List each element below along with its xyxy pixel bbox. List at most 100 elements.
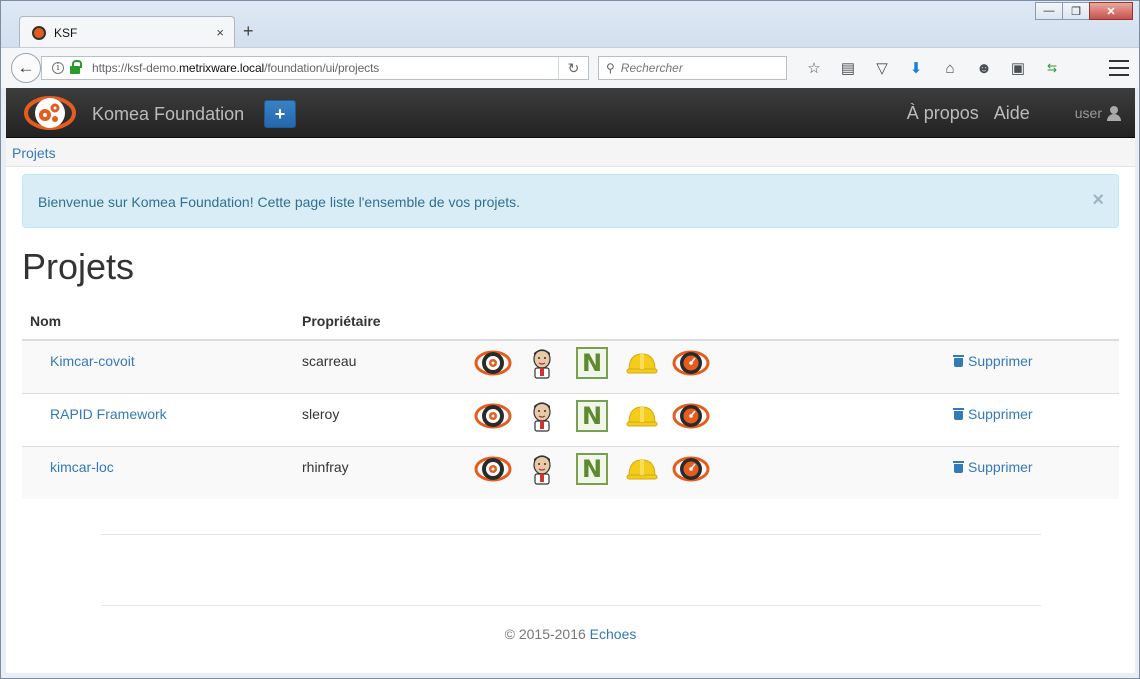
project-owner: sleroy — [294, 392, 474, 446]
title-bar: — ❐ ✕ KSF × + — [1, 1, 1139, 48]
project-actions-cell: Supprimer — [953, 445, 1119, 499]
nexus-letter: N — [581, 454, 603, 483]
footer-copyright: © 2015-2016 — [504, 626, 586, 642]
footer-divider — [101, 534, 1041, 535]
trash-icon — [953, 355, 964, 367]
project-name-link[interactable]: Kimcar-covoit — [50, 353, 135, 369]
jenkins-icon[interactable] — [528, 347, 556, 379]
header-name: Nom — [22, 302, 294, 341]
delete-label: Supprimer — [968, 458, 1033, 475]
table-row: RAPID Framework sleroy N Supprimer — [22, 392, 1119, 446]
user-menu[interactable]: user — [1075, 105, 1121, 121]
project-name-link[interactable]: RAPID Framework — [50, 406, 167, 422]
delete-project-button[interactable]: Supprimer — [953, 353, 1119, 369]
project-tools-cell: N — [474, 392, 953, 446]
toolbar-icons: ☆ ▤ ▽ ⬇ ⌂ ☻ ▣ ⇆ — [797, 56, 1069, 80]
welcome-alert: Bienvenue sur Komea Foundation! Cette pa… — [22, 174, 1119, 228]
nexus-icon[interactable]: N — [576, 452, 608, 485]
back-button[interactable]: ← — [11, 53, 41, 83]
trash-icon — [953, 407, 964, 420]
komea-dashboard-icon[interactable] — [672, 401, 710, 431]
sync-icon[interactable]: ⇆ — [1035, 56, 1069, 80]
reload-icon[interactable]: ↻ — [558, 57, 588, 79]
projects-table: Nom Propriétaire Kimcar-covoit scarreau — [22, 302, 1119, 499]
project-owner: rhinfray — [294, 445, 474, 499]
project-name-cell: kimcar-loc — [22, 445, 294, 499]
delete-project-button[interactable]: Supprimer — [953, 459, 1119, 475]
komea-icon[interactable] — [474, 348, 512, 378]
search-input[interactable]: ⚲ Rechercher — [598, 56, 787, 80]
minimize-icon[interactable]: — — [1035, 2, 1063, 20]
project-name-link[interactable]: kimcar-loc — [50, 459, 114, 475]
alert-text: Bienvenue sur Komea Foundation! Cette pa… — [38, 194, 521, 210]
jenkins-icon[interactable] — [528, 453, 556, 485]
url-text[interactable]: https://ksf-demo.metrixware.local/founda… — [92, 61, 379, 75]
delete-label: Supprimer — [968, 353, 1033, 369]
pocket-icon[interactable]: ▽ — [865, 56, 899, 80]
breadcrumb-projects[interactable]: Projets — [12, 145, 56, 161]
footer-company-link[interactable]: Echoes — [590, 626, 637, 642]
nexus-letter: N — [581, 349, 603, 377]
delete-label: Supprimer — [968, 405, 1033, 422]
footer: © 2015-2016 Echoes — [6, 626, 1135, 642]
close-icon[interactable]: ✕ — [1089, 2, 1133, 20]
breadcrumb: Projets — [6, 138, 1135, 167]
table-header-row: Nom Propriétaire — [22, 302, 1119, 341]
sonar-helmet-icon[interactable] — [626, 350, 658, 376]
screenshot-icon[interactable]: ▣ — [1001, 56, 1035, 80]
add-project-button[interactable]: + — [264, 100, 296, 128]
restore-icon[interactable]: ❐ — [1062, 2, 1090, 20]
brand-name[interactable]: Komea Foundation — [92, 104, 244, 125]
header-tools — [474, 302, 953, 341]
search-icon: ⚲ — [606, 61, 615, 75]
table-row: kimcar-loc rhinfray N Supprimer — [22, 445, 1119, 499]
nav-about[interactable]: À propos — [907, 103, 979, 124]
project-tools-cell: N — [474, 445, 953, 499]
footer-divider — [101, 605, 1041, 606]
table-row: Kimcar-covoit scarreau N Supprimer — [22, 339, 1119, 393]
sonar-helmet-icon[interactable] — [626, 403, 658, 429]
header-owner: Propriétaire — [294, 302, 474, 341]
sonar-helmet-icon[interactable] — [626, 456, 658, 482]
project-owner: scarreau — [294, 339, 474, 393]
address-bar[interactable]: i https://ksf-demo.metrixware.local/foun… — [41, 56, 589, 80]
trash-icon — [953, 460, 964, 473]
navbar: Komea Foundation + À propos Aide user — [6, 88, 1135, 138]
nav-help[interactable]: Aide — [994, 103, 1030, 124]
nexus-icon[interactable]: N — [576, 399, 608, 432]
nexus-letter: N — [581, 401, 603, 430]
alert-close-icon[interactable]: × — [1092, 189, 1104, 212]
home-icon[interactable]: ⌂ — [933, 56, 967, 80]
tab-close-icon[interactable]: × — [216, 25, 224, 40]
main-content: Bienvenue sur Komea Foundation! Cette pa… — [22, 174, 1119, 499]
header-actions — [953, 302, 1119, 341]
user-name: user — [1074, 105, 1102, 121]
komea-favicon-icon — [32, 25, 46, 40]
komea-dashboard-icon[interactable] — [672, 454, 710, 484]
komea-dashboard-icon[interactable] — [672, 348, 710, 378]
search-placeholder: Rechercher — [620, 61, 683, 75]
star-icon[interactable]: ☆ — [797, 56, 831, 80]
window-controls: — ❐ ✕ — [1035, 2, 1133, 20]
komea-logo-icon[interactable] — [24, 94, 76, 132]
project-actions-cell: Supprimer — [953, 392, 1119, 446]
info-icon[interactable]: i — [52, 62, 64, 74]
tab-title: KSF — [54, 25, 78, 40]
komea-icon[interactable] — [474, 454, 512, 484]
komea-icon[interactable] — [474, 401, 512, 431]
project-actions-cell: Supprimer — [953, 339, 1119, 393]
reading-list-icon[interactable]: ▤ — [831, 56, 865, 80]
project-name-cell: RAPID Framework — [22, 392, 294, 446]
jenkins-icon[interactable] — [528, 400, 556, 432]
emoji-icon[interactable]: ☻ — [967, 56, 1001, 80]
new-tab-button[interactable]: + — [243, 21, 254, 42]
nav-right: À propos Aide user — [907, 88, 1135, 138]
browser-window: — ❐ ✕ KSF × + ← i https://ksf-demo.metri… — [0, 0, 1140, 679]
user-icon — [1107, 105, 1121, 121]
menu-icon[interactable] — [1109, 58, 1129, 78]
delete-project-button[interactable]: Supprimer — [953, 406, 1119, 422]
nexus-icon[interactable]: N — [576, 347, 608, 379]
download-icon[interactable]: ⬇ — [899, 56, 933, 80]
browser-toolbar: ← i https://ksf-demo.metrixware.local/fo… — [1, 47, 1139, 88]
browser-tab[interactable]: KSF × — [19, 16, 235, 48]
